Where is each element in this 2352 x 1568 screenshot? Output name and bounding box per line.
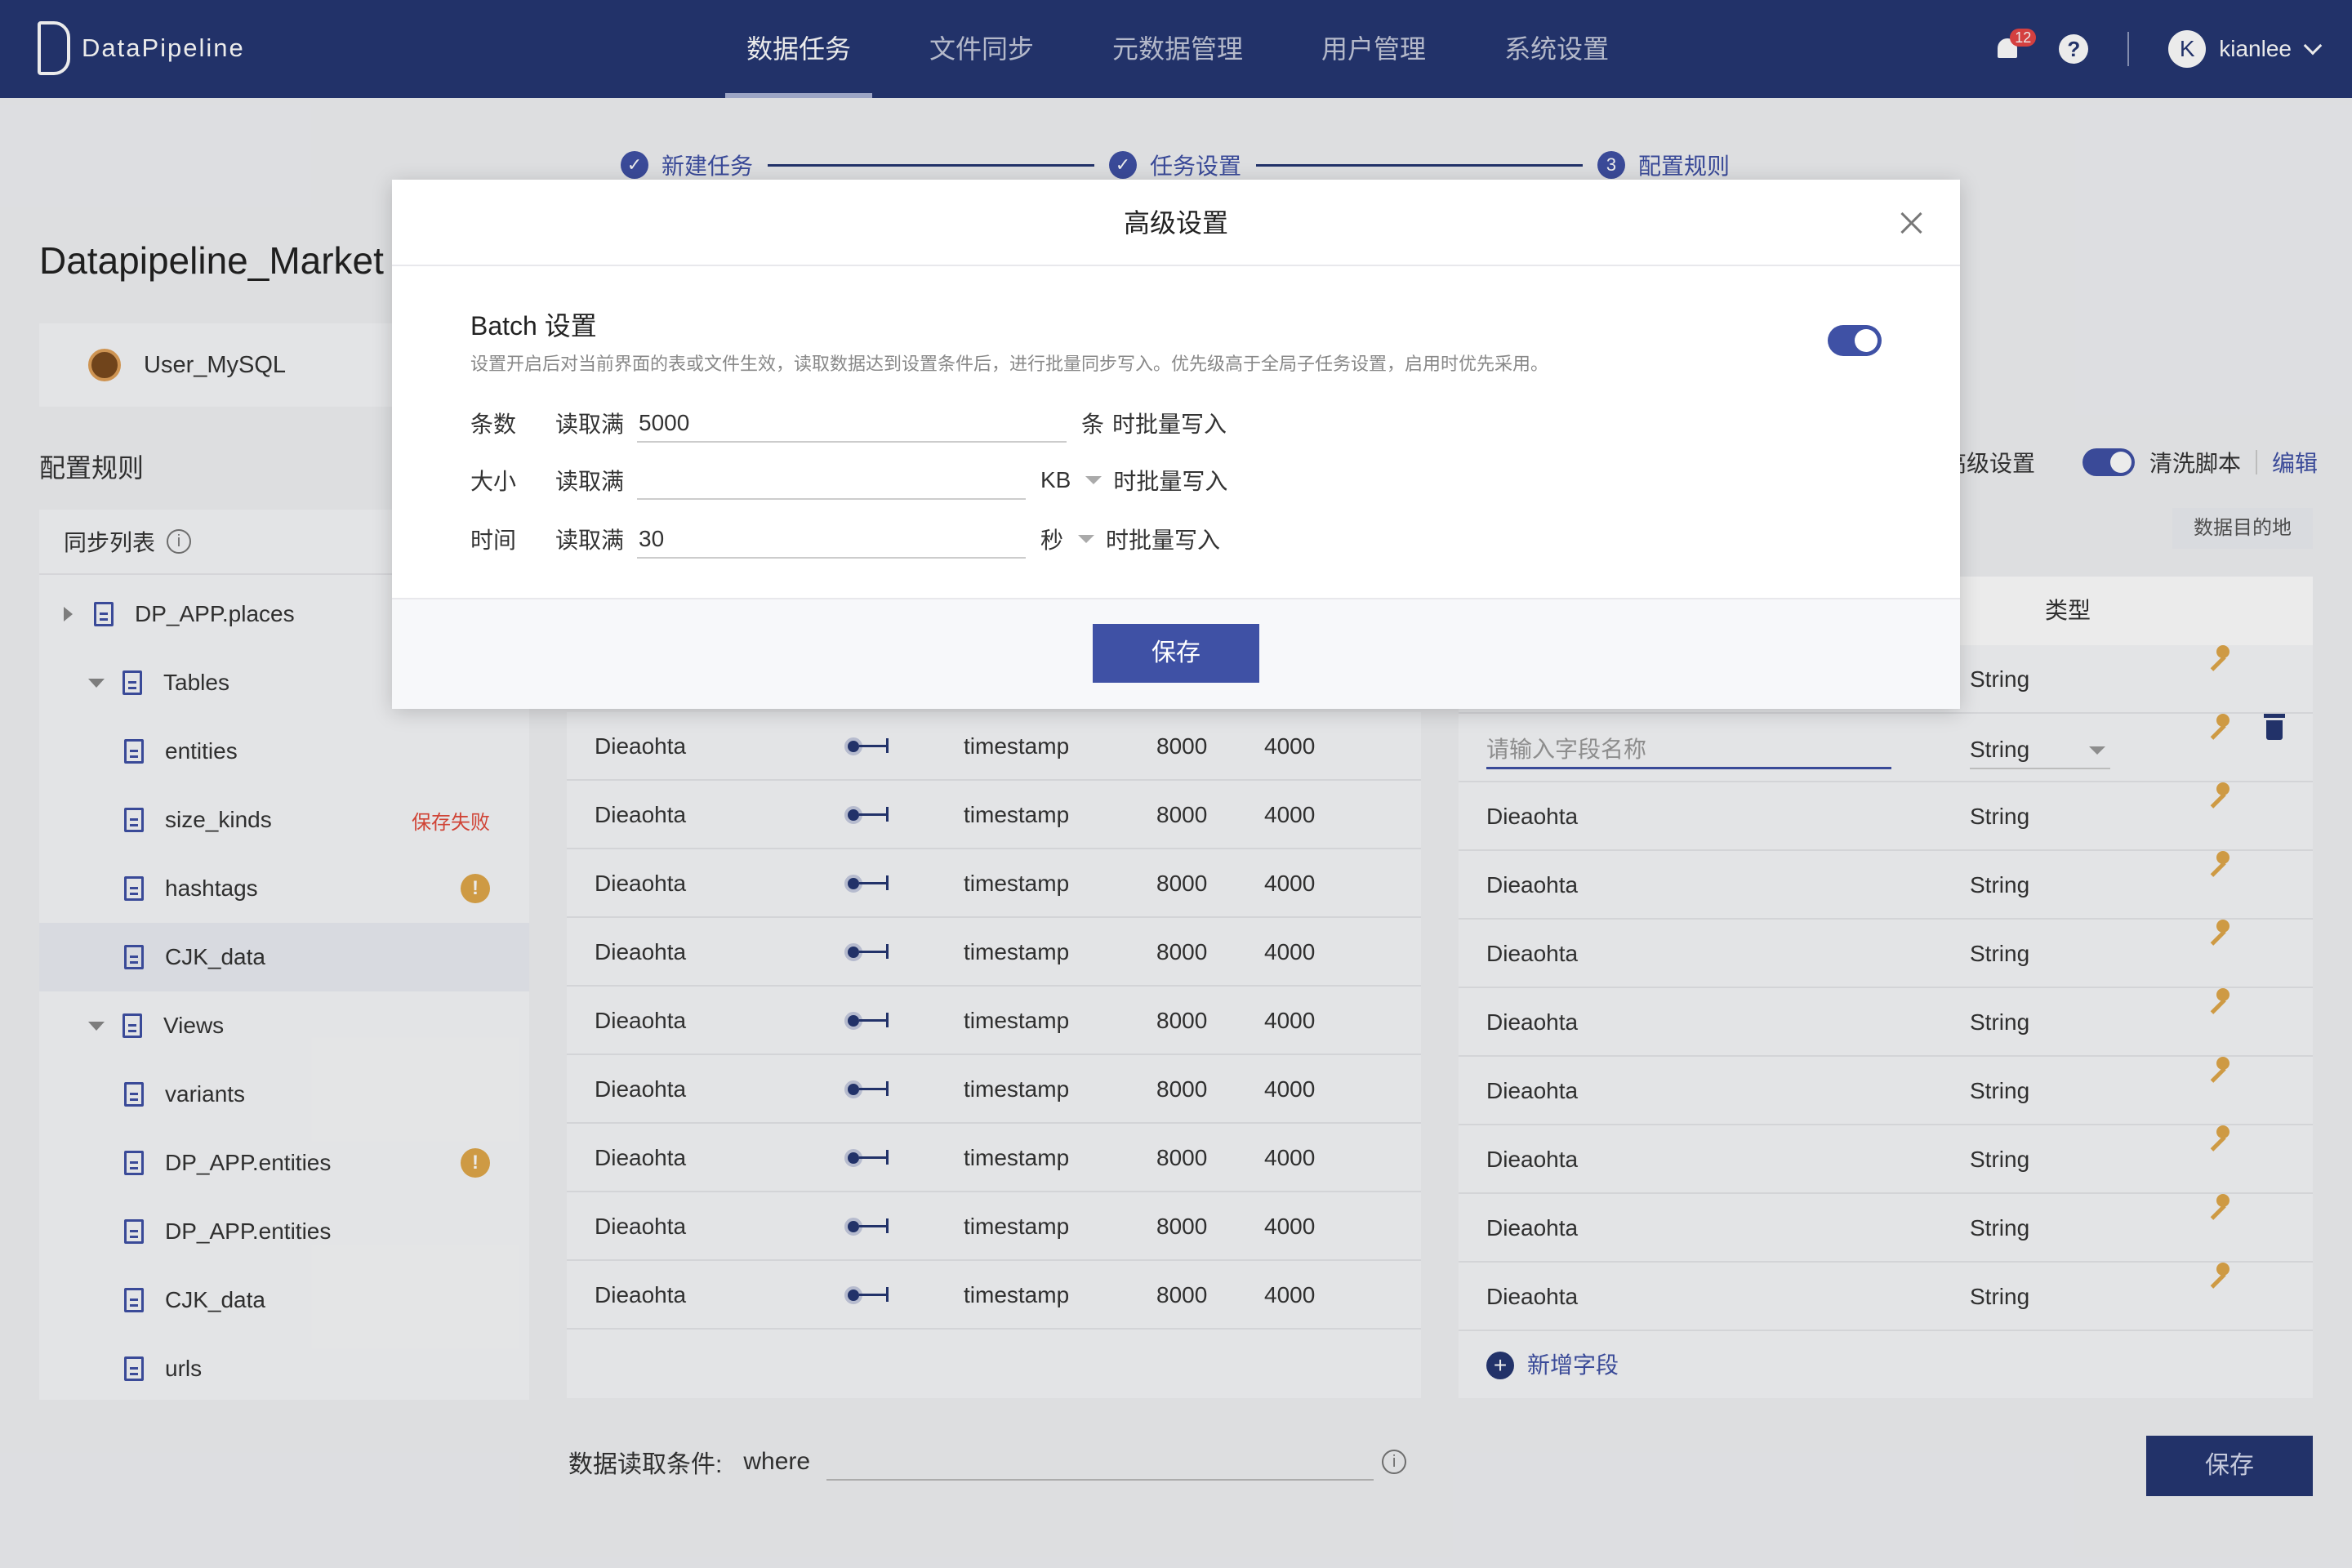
dropdown-caret-icon[interactable] <box>1078 535 1095 543</box>
unit-label: 条 <box>1081 412 1105 437</box>
row-suffix: 时批量写入 <box>1106 528 1221 553</box>
dialog-footer: 保存 <box>392 598 1960 709</box>
row-label: 时间 <box>470 528 517 553</box>
batch-count-row: 条数 读取满 5000 条 时批量写入 <box>470 400 1227 446</box>
dialog-title: 高级设置 <box>1123 208 1228 238</box>
time-input[interactable]: 30 <box>637 519 1026 559</box>
count-input[interactable]: 5000 <box>637 403 1067 443</box>
batch-time-row: 时间 读取满 30 秒 时批量写入 <box>470 516 1220 562</box>
batch-description: 设置开启后对当前界面的表或文件生效，读取数据达到设置条件后，进行批量同步写入。优… <box>470 354 1549 374</box>
row-suffix: 时批量写入 <box>1113 469 1228 494</box>
unit-select[interactable]: 秒 <box>1040 523 1063 555</box>
row-prefix: 读取满 <box>555 412 625 437</box>
row-prefix: 读取满 <box>555 528 625 553</box>
dropdown-caret-icon[interactable] <box>1085 476 1102 484</box>
close-icon[interactable] <box>1900 211 1924 235</box>
batch-title: Batch 设置 <box>470 311 597 341</box>
row-suffix: 时批量写入 <box>1112 412 1227 437</box>
row-label: 大小 <box>470 469 517 494</box>
batch-toggle[interactable] <box>1828 325 1882 356</box>
advanced-settings-dialog: 高级设置 Batch 设置 设置开启后对当前界面的表或文件生效，读取数据达到设置… <box>392 180 1960 709</box>
size-input[interactable] <box>637 461 1026 500</box>
dialog-save-button[interactable]: 保存 <box>1093 624 1259 683</box>
row-label: 条数 <box>470 412 517 437</box>
unit-select[interactable]: KB <box>1040 467 1071 493</box>
batch-size-row: 大小 读取满 KB 时批量写入 <box>470 457 1227 503</box>
dialog-header: 高级设置 <box>392 180 1960 266</box>
row-prefix: 读取满 <box>555 469 625 494</box>
